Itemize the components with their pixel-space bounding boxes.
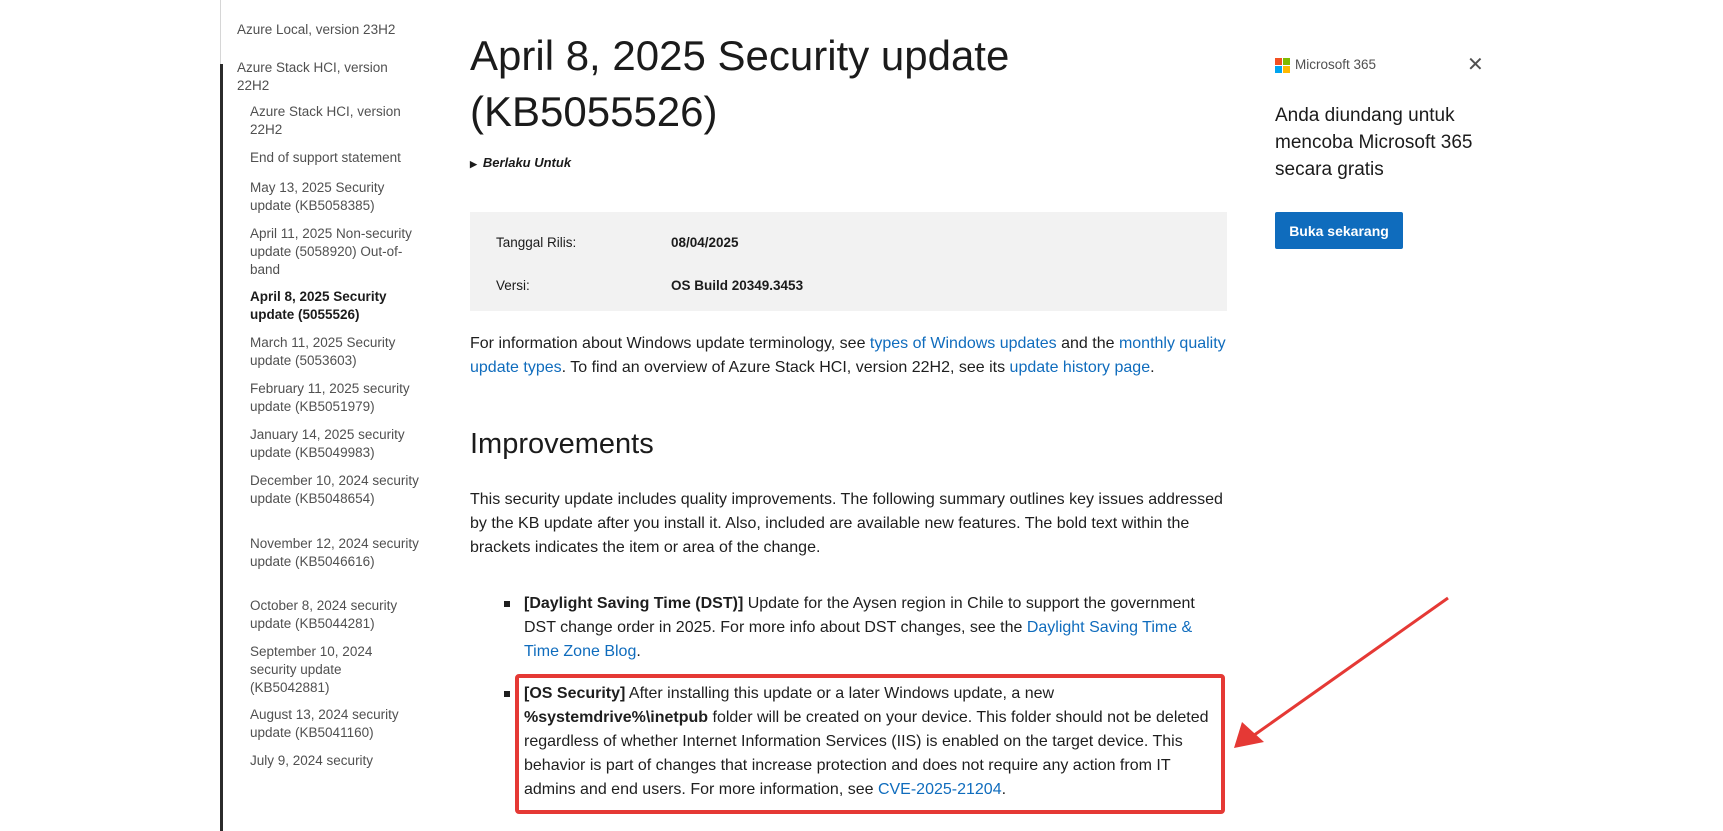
nav-item[interactable]: April 11, 2025 Non-security update (5058… [250,225,422,279]
bullet-icon [504,691,510,697]
applies-to-label: Berlaku Untuk [482,155,572,170]
intro-text: . To find an overview of Azure Stack HCI… [561,359,1010,376]
left-navigation: Azure Local, version 23H2 Azure Stack HC… [220,0,421,831]
summary-paragraph: This security update includes quality im… [470,491,1223,556]
nav-item[interactable]: August 13, 2024 security update (KB50411… [250,706,422,742]
nav-item[interactable]: Azure Local, version 23H2 [237,21,417,39]
applies-to-toggle[interactable]: ▶ Berlaku Untuk [470,155,571,170]
list-item-dst: [Daylight Saving Time (DST)] Update for … [504,592,1224,664]
annotation-highlight-box [515,674,1225,814]
promo-message: Anda diundang untuk mencoba Microsoft 36… [1275,105,1473,180]
release-info-box: Tanggal Rilis: 08/04/2025 Versi: OS Buil… [470,212,1227,311]
nav-item[interactable]: December 10, 2024 security update (KB504… [250,472,422,508]
intro-paragraph: For information about Windows update ter… [470,332,1230,380]
bullet-icon [504,601,510,607]
microsoft-logo-icon [1275,58,1291,74]
update-history-link[interactable]: update history page [1010,359,1151,376]
nav-item[interactable]: July 9, 2024 security [250,752,422,770]
nav-item[interactable]: February 11, 2025 security update (KB505… [250,380,422,416]
nav-active-indicator [220,64,223,831]
page-title: April 8, 2025 Security update (KB5055526… [470,32,1010,135]
release-date-value: 08/04/2025 [671,235,739,250]
nav-item[interactable]: October 8, 2024 security update (KB50442… [250,597,422,633]
nav-item[interactable]: Azure Stack HCI, version 22H2 [237,59,417,95]
annotation-arrow-icon [1234,596,1449,748]
improvements-heading: Improvements [470,428,654,460]
brand-name: Microsoft 365 [1295,57,1377,72]
expand-triangle-icon: ▶ [470,159,477,169]
version-value: OS Build 20349.3453 [671,278,804,293]
dst-end: . [636,643,641,660]
logo-square [1275,66,1282,73]
nav-item[interactable]: September 10, 2024 security update (KB50… [250,643,422,697]
logo-square [1283,58,1290,65]
nav-item[interactable]: May 13, 2025 Security update (KB5058385) [250,179,422,215]
types-of-updates-link[interactable]: types of Windows updates [870,335,1057,352]
release-date-label: Tanggal Rilis: [496,235,577,250]
version-label: Versi: [496,278,530,293]
nav-item[interactable]: End of support statement [250,149,422,167]
nav-item-current[interactable]: April 8, 2025 Security update (5055526) [250,288,422,324]
nav-item[interactable]: Azure Stack HCI, version 22H2 [250,103,422,139]
open-now-button[interactable]: Buka sekarang [1275,212,1403,249]
nav-item[interactable]: November 12, 2024 security update (KB504… [250,535,422,571]
close-icon[interactable]: ✕ [1467,55,1484,75]
intro-text: For information about Windows update ter… [470,335,870,352]
logo-square [1283,66,1290,73]
nav-item[interactable]: January 14, 2025 security update (KB5049… [250,426,422,462]
nav-item[interactable]: March 11, 2025 Security update (5053603) [250,334,422,370]
intro-text: and the [1056,335,1119,352]
dst-tag: [Daylight Saving Time (DST)] [524,595,744,612]
logo-square [1275,58,1282,65]
intro-text: . [1150,359,1155,376]
